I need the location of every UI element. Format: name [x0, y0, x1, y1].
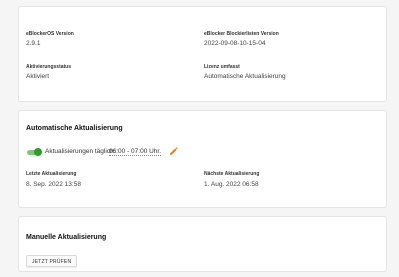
next-update-value: 1. Aug. 2022 06:58	[204, 181, 259, 188]
auto-update-toggle[interactable]	[27, 148, 42, 156]
os-version-label: eBlockerOS Version	[26, 31, 74, 37]
schedule-label: Aktualisierungen täglich:	[45, 148, 116, 155]
toggle-knob	[34, 148, 42, 156]
last-update-label: Letzte Aktualisierung	[26, 171, 77, 177]
pencil-edit-icon[interactable]	[169, 147, 178, 156]
license-value: Automatische Aktualisierung	[204, 73, 286, 80]
version-info-card: eBlockerOS Version 2.9.1 eBlocker Blocki…	[18, 6, 387, 102]
check-now-button[interactable]: JETZT PRÜFEN	[26, 255, 78, 267]
auto-update-card: Automatische Aktualisierung Aktualisieru…	[18, 110, 387, 208]
auto-update-title: Automatische Aktualisierung	[26, 125, 123, 132]
os-version-value: 2.9.1	[26, 40, 41, 47]
last-update-value: 8. Sep. 2022 13:58	[26, 181, 81, 188]
blocklist-version-value: 2022-09-08-10-15-04	[204, 40, 266, 47]
blocklist-version-label: eBlocker Blockierlisten Version	[204, 31, 279, 37]
schedule-time-link[interactable]: 06:00 - 07:00 Uhr.	[109, 148, 162, 156]
manual-update-title: Manuelle Aktualisierung	[26, 234, 107, 241]
activation-status-label: Aktivierungsstatus	[26, 64, 72, 70]
activation-status-value: Aktiviert	[26, 73, 50, 80]
next-update-label: Nächste Aktualisierung	[204, 171, 260, 177]
license-label: Lizenz umfasst	[204, 64, 240, 70]
manual-update-card: Manuelle Aktualisierung JETZT PRÜFEN	[18, 216, 387, 272]
